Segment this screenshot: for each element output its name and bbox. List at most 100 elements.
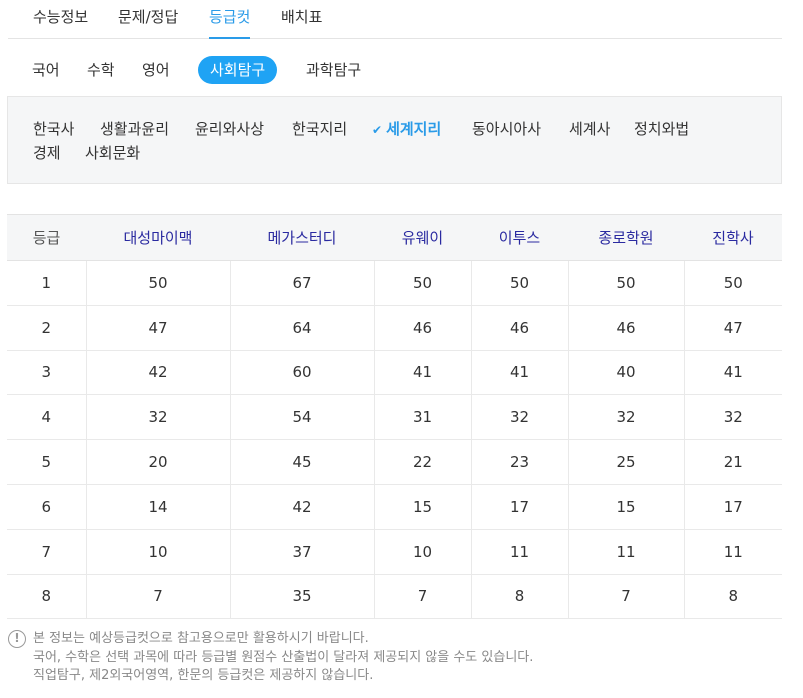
table-cell: 11: [470, 529, 568, 575]
notice-icon: !: [8, 630, 26, 648]
column-header-etoos: 이투스: [471, 214, 568, 261]
column-header-jongro: 종로학원: [568, 214, 684, 261]
table-cell: 8: [470, 574, 568, 620]
sub-subject-world-geography[interactable]: ✔ 세계지리: [372, 119, 441, 140]
table-cell: 46: [567, 305, 684, 351]
subject-math[interactable]: 수학: [87, 56, 115, 84]
sub-subject-world-history[interactable]: 세계사: [569, 119, 610, 139]
table-cell: 31: [373, 394, 471, 441]
table-cell: 7: [373, 574, 471, 620]
grade-cell: 8: [7, 574, 86, 620]
sub-subject-society-culture[interactable]: 사회문화: [85, 143, 140, 163]
table-cell: 47: [683, 305, 782, 351]
grade-cell: 5: [7, 439, 86, 485]
tab-suneung-info[interactable]: 수능정보: [33, 7, 88, 39]
table-cell: 23: [470, 439, 568, 485]
table-cell: 40: [567, 350, 684, 396]
table-cell: 11: [683, 529, 782, 575]
column-header-daesung: 대성마이맥: [86, 214, 230, 261]
table-cell: 7: [85, 574, 230, 620]
table-cell: 21: [683, 439, 782, 485]
table-cell: 15: [373, 484, 471, 530]
table-cell: 14: [85, 484, 230, 530]
table-cell: 17: [470, 484, 568, 530]
table-cell: 17: [683, 484, 782, 530]
sub-subject-korean-geography[interactable]: 한국지리: [292, 119, 347, 139]
column-header-grade: 등급: [7, 214, 86, 261]
check-icon: ✔: [372, 123, 383, 137]
grade-cut-table: 등급 대성마이맥 메가스터디 유웨이 이투스 종로학원 진학사 1 50 67 …: [7, 214, 782, 620]
table-cell: 7: [567, 574, 684, 620]
top-tab-bar: 수능정보 문제/정답 등급컷 배치표: [8, 0, 782, 39]
table-cell: 22: [373, 439, 471, 485]
table-cell: 46: [470, 305, 568, 351]
table-cell: 46: [373, 305, 471, 351]
subject-korean[interactable]: 국어: [32, 56, 60, 84]
table-cell: 41: [373, 350, 471, 396]
table-cell: 11: [567, 529, 684, 575]
sub-subject-korean-history[interactable]: 한국사: [33, 119, 74, 139]
sub-subject-ethics-thought[interactable]: 윤리와사상: [195, 119, 264, 139]
column-header-jinhak: 진학사: [684, 214, 782, 261]
table-row: 3 42 60 41 41 40 41: [7, 350, 782, 396]
sub-subject-economics[interactable]: 경제: [33, 143, 61, 163]
table-cell: 50: [85, 260, 230, 306]
grade-cell: 6: [7, 484, 86, 530]
table-cell: 64: [229, 305, 374, 351]
table-cell: 32: [683, 394, 782, 441]
sub-subject-east-asian-history[interactable]: 동아시아사: [472, 119, 541, 139]
table-cell: 10: [373, 529, 471, 575]
table-cell: 37: [229, 529, 374, 575]
grade-cell: 7: [7, 529, 86, 575]
table-cell: 50: [567, 260, 684, 306]
table-cell: 35: [229, 574, 374, 620]
table-row: 8 7 35 7 8 7 8: [7, 574, 782, 620]
table-cell: 41: [683, 350, 782, 396]
table-cell: 42: [85, 350, 230, 396]
sub-subject-label: 세계지리: [386, 120, 442, 138]
table-header-row: 등급 대성마이맥 메가스터디 유웨이 이투스 종로학원 진학사: [7, 214, 782, 261]
table-cell: 42: [229, 484, 374, 530]
table-row: 7 10 37 10 11 11 11: [7, 529, 782, 575]
table-row: 1 50 67 50 50 50 50: [7, 260, 782, 306]
table-cell: 50: [683, 260, 782, 306]
table-cell: 50: [470, 260, 568, 306]
table-row: 5 20 45 22 23 25 21: [7, 439, 782, 485]
sub-subject-life-ethics[interactable]: 생활과윤리: [100, 119, 169, 139]
table-row: 4 32 54 31 32 32 32: [7, 394, 782, 441]
table-cell: 54: [229, 394, 374, 441]
grade-cell: 4: [7, 394, 86, 441]
note-line-1: 본 정보는 예상등급컷으로 참고용으로만 활용하시기 바랍니다.: [33, 631, 369, 646]
grade-cell: 1: [7, 260, 86, 306]
subject-english[interactable]: 영어: [142, 56, 170, 84]
table-cell: 32: [567, 394, 684, 441]
sub-subject-panel: 한국사 생활과윤리 윤리와사상 한국지리 ✔ 세계지리 동아시아사 세계사 정치와…: [7, 96, 782, 184]
table-row: 2 47 64 46 46 46 47: [7, 305, 782, 351]
note-line-3: 직업탐구, 제2외국어영역, 한문의 등급컷은 제공하지 않습니다.: [33, 668, 374, 683]
table-cell: 32: [470, 394, 568, 441]
tab-placement-table[interactable]: 배치표: [281, 7, 322, 39]
table-cell: 32: [85, 394, 230, 441]
table-cell: 60: [229, 350, 374, 396]
table-cell: 25: [567, 439, 684, 485]
sub-subject-politics-law[interactable]: 정치와법: [634, 119, 689, 139]
table-cell: 41: [470, 350, 568, 396]
grade-cell: 2: [7, 305, 86, 351]
table-cell: 45: [229, 439, 374, 485]
table-cell: 50: [373, 260, 471, 306]
subject-science[interactable]: 과학탐구: [306, 56, 361, 84]
subject-social-studies[interactable]: 사회탐구: [198, 56, 278, 84]
table-cell: 20: [85, 439, 230, 485]
table-cell: 67: [229, 260, 374, 306]
note-line-2: 국어, 수학은 선택 과목에 따라 등급별 원점수 산출법이 달라져 제공되지 …: [33, 650, 534, 665]
tab-problems-answers[interactable]: 문제/정답: [118, 7, 178, 39]
tab-grade-cut[interactable]: 등급컷: [209, 7, 251, 39]
column-header-uway: 유웨이: [374, 214, 471, 261]
table-row: 6 14 42 15 17 15 17: [7, 484, 782, 530]
table-cell: 47: [85, 305, 230, 351]
grade-cell: 3: [7, 350, 86, 396]
table-cell: 10: [85, 529, 230, 575]
table-cell: 8: [683, 574, 782, 620]
table-cell: 15: [567, 484, 684, 530]
column-header-megastudy: 메가스터디: [230, 214, 374, 261]
